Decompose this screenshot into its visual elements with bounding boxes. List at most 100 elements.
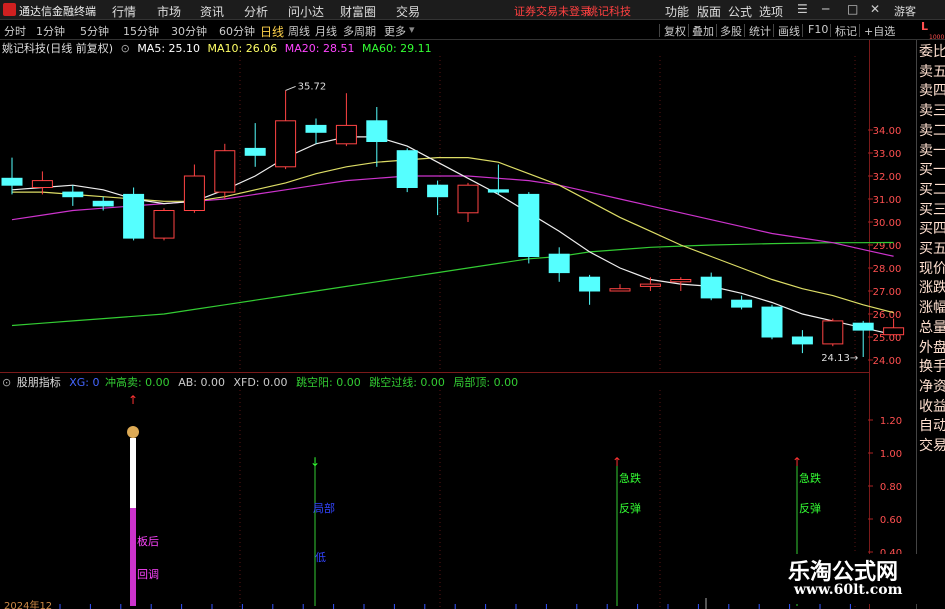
menu-formula[interactable]: 公式 (728, 3, 752, 20)
quote-panel-item: 换手 (919, 359, 945, 376)
indicator-info-line: ⊙ 股朋指标 XG: 0 冲高卖: 0.00 AB: 0.00 XFD: 0.0… (0, 374, 523, 389)
toolbar-separator (744, 24, 745, 37)
indicator-item: 跳空过线: 0.00 (369, 376, 445, 389)
candle-body-down (92, 200, 114, 207)
quote-panel-item: 总量 (919, 319, 945, 336)
quote-panel-item: 涨跌 (919, 280, 945, 297)
price-axis-label: 31.00 (873, 195, 902, 206)
menu-quotes[interactable]: 行情 (112, 3, 136, 20)
period-more[interactable]: 更多 (384, 23, 406, 39)
candlestick-chart[interactable]: 34.0033.0032.0031.0030.0029.0028.0027.00… (0, 56, 916, 372)
more-dropdown-icon[interactable]: ▾ (409, 23, 415, 36)
menu-function[interactable]: 功能 (665, 3, 689, 20)
candle-body-up (457, 184, 479, 214)
period-1min[interactable]: 1分钟 (36, 23, 65, 39)
minimize-icon[interactable]: ─ (822, 2, 829, 16)
red-up-arrow-icon: ↑ (128, 393, 138, 407)
quote-panel-item: 现价 (919, 260, 945, 277)
price-axis-label: 27.00 (873, 287, 902, 298)
candle-body-up (31, 180, 53, 188)
indicator-item: 冲高卖: 0.00 (104, 376, 170, 389)
period-monthly[interactable]: 月线 (315, 23, 337, 39)
board-after-label: 板后 (137, 534, 159, 548)
toolbar-separator (830, 24, 831, 37)
statistics-button[interactable]: 统计 (749, 23, 771, 39)
ma5-label: MA5: 25.10 (137, 42, 201, 55)
low-annotation: 24.13→ (821, 353, 858, 364)
candle-body-up (153, 210, 175, 239)
quote-panel-item: 净资 (919, 378, 945, 395)
ma-info-line: 姚记科技(日线 前复权) ⊙ MA5: 25.10 MA10: 26.06 MA… (0, 40, 436, 56)
candle-body-down (791, 336, 813, 345)
price-axis-label: 32.00 (873, 172, 902, 183)
close-icon[interactable]: ✕ (870, 2, 880, 16)
candle-body-up (670, 279, 692, 283)
candle-body-down (1, 177, 23, 186)
candle-body-down (123, 193, 145, 239)
candle-body-down (761, 306, 783, 338)
menu-wealth[interactable]: 财富圈 (340, 3, 376, 20)
period-daily[interactable]: 日线 (260, 23, 284, 40)
ma60-line (11, 241, 894, 327)
candle-body-up (335, 124, 357, 145)
menu-trade[interactable]: 交易 (396, 3, 420, 20)
app-name: 通达信金融终端 (19, 5, 96, 18)
quote-panel-item: 卖五 (919, 63, 945, 80)
period-multi[interactable]: 多周期 (343, 23, 376, 39)
adjust-button[interactable]: 复权 (664, 23, 686, 39)
add-favorite-button[interactable]: +自选 (864, 23, 895, 39)
menu-market[interactable]: 市场 (157, 3, 181, 20)
guest-label[interactable]: 游客 (894, 3, 916, 19)
ma20-label: MA20: 28.51 (284, 42, 355, 55)
mark-button[interactable]: 标记 (835, 23, 857, 39)
rebound-label: 反弹 (619, 501, 641, 515)
toolbar-separator (802, 24, 803, 37)
sharp-drop-label: 急跌 (799, 471, 821, 485)
menu-analysis[interactable]: 分析 (244, 3, 268, 20)
menu-layout[interactable]: 版面 (697, 3, 721, 20)
high-annotation: 35.72 (298, 81, 327, 92)
period-5min[interactable]: 5分钟 (80, 23, 109, 39)
ma10-line (12, 156, 894, 314)
indicator-name: 股朋指标 (16, 376, 61, 389)
overlay-button[interactable]: 叠加 (692, 23, 714, 39)
toolbar-separator (688, 24, 689, 37)
sharp-drop-label: 急跌 (619, 471, 641, 485)
indicator-axis-label: 0.60 (880, 515, 902, 526)
period-30min[interactable]: 30分钟 (171, 23, 207, 39)
login-warning[interactable]: 证券交易未登录 (514, 3, 591, 19)
candle-body-up (609, 288, 631, 292)
period-15min[interactable]: 15分钟 (123, 23, 159, 39)
f10-button[interactable]: F10 (808, 23, 828, 36)
collapse-icon[interactable]: ⊙ (2, 376, 11, 389)
pullback-label: 回调 (137, 568, 159, 581)
candle-body-up (183, 175, 205, 211)
indicator-item: AB: 0.00 (178, 376, 225, 389)
candle-body-up (214, 150, 236, 193)
level-label: L (921, 20, 929, 33)
period-60min[interactable]: 60分钟 (219, 23, 255, 39)
toolbar-separator (773, 24, 774, 37)
draw-line-button[interactable]: 画线 (778, 23, 800, 39)
watermark-title: 乐淘公式网 (772, 554, 945, 585)
menu-icon[interactable]: ☰ (797, 2, 808, 16)
app-logo-icon (3, 3, 16, 16)
maximize-icon[interactable]: □ (847, 2, 858, 16)
indicator-axis-label: 1.20 (880, 416, 902, 427)
menu-ask[interactable]: 问小达 (288, 3, 324, 20)
period-weekly[interactable]: 周线 (288, 23, 310, 39)
multi-stock-button[interactable]: 多股 (720, 23, 742, 39)
signal-bar-magenta (130, 508, 136, 606)
stock-name-title: 姚记科技 (587, 5, 631, 18)
period-tick[interactable]: 分时 (4, 23, 26, 39)
collapse-icon[interactable]: ⊙ (121, 42, 130, 55)
indicator-item: XFD: 0.00 (233, 376, 288, 389)
candle-body-down (548, 253, 570, 274)
toolbar-separator (859, 24, 860, 37)
watermark-url: www.60lt.com (772, 582, 945, 604)
price-axis-label: 30.00 (873, 218, 902, 229)
candle-body-down (487, 189, 509, 193)
menu-news[interactable]: 资讯 (200, 3, 224, 20)
menu-options[interactable]: 选项 (759, 3, 783, 20)
quote-panel-item: 委比 (919, 44, 945, 60)
